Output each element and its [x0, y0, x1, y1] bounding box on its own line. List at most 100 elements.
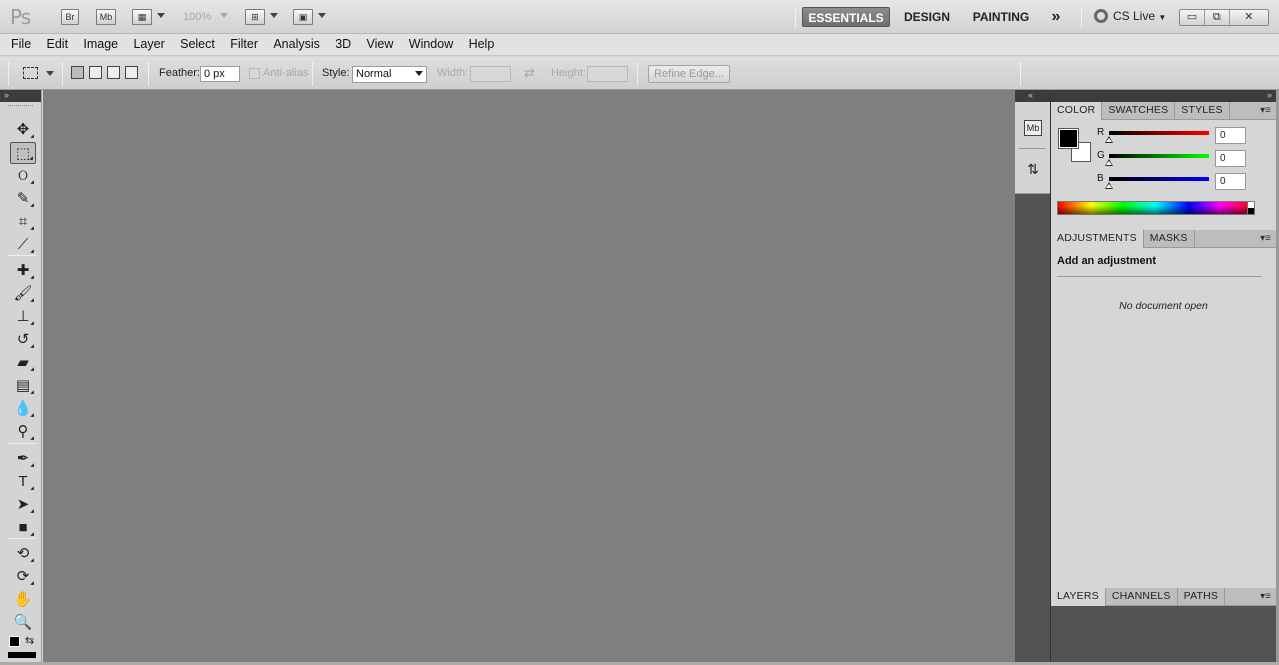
cs-live-menu[interactable]: CS Live ▼	[1094, 9, 1166, 23]
tab-color[interactable]: COLOR	[1051, 102, 1103, 120]
dodge-tool[interactable]: ⚲	[10, 421, 36, 443]
tab-channels[interactable]: CHANNELS	[1106, 588, 1178, 606]
tools-collapse-icon[interactable]: »	[0, 90, 41, 102]
document-canvas-area[interactable]	[43, 90, 1015, 662]
menu-layer[interactable]: Layer	[127, 34, 170, 55]
menu-image[interactable]: Image	[77, 34, 124, 55]
path-selection-tool[interactable]: ➤	[10, 494, 36, 516]
rectangle-shape-tool[interactable]: ■	[10, 517, 36, 539]
tab-masks[interactable]: MASKS	[1144, 230, 1195, 248]
restore-button[interactable]: ⧉	[1205, 10, 1230, 25]
minimize-button[interactable]: ▭	[1180, 10, 1205, 25]
3d-orbit-tool[interactable]: ⟳	[10, 566, 36, 588]
gradient-tool[interactable]: ▤	[10, 375, 36, 397]
type-tool[interactable]: T	[10, 471, 36, 493]
blue-channel-slider[interactable]	[1109, 177, 1209, 181]
eraser-tool[interactable]: ▰	[10, 352, 36, 374]
swap-width-height-icon[interactable]: ⇄	[524, 65, 535, 81]
dock-collapse-icon[interactable]: «	[1015, 90, 1050, 102]
menu-help[interactable]: Help	[463, 34, 501, 55]
blue-channel-value[interactable]: 0	[1215, 173, 1246, 190]
history-brush-tool[interactable]: ↺	[10, 329, 36, 351]
color-panel-menu-icon[interactable]: ▾≡	[1260, 105, 1271, 116]
adjustments-panel-menu-icon[interactable]: ▾≡	[1260, 233, 1271, 244]
menu-window[interactable]: Window	[403, 34, 459, 55]
blur-tool[interactable]: 💧	[10, 398, 36, 420]
launch-minibridge-button[interactable]: Mb	[96, 9, 116, 25]
crop-tool[interactable]: ⌗	[10, 211, 36, 233]
cs-live-dropdown-icon: ▼	[1158, 13, 1167, 22]
width-input[interactable]	[470, 66, 511, 82]
menu-select[interactable]: Select	[174, 34, 221, 55]
history-panel-icon[interactable]: ⇅	[1024, 162, 1042, 178]
zoom-dropdown-icon[interactable]	[220, 13, 228, 18]
foreground-color-swatch[interactable]	[1058, 128, 1079, 149]
add-to-selection-icon[interactable]	[89, 66, 102, 79]
tab-paths[interactable]: PATHS	[1178, 588, 1226, 606]
tool-preset-dropdown-icon[interactable]	[46, 71, 54, 76]
tab-styles[interactable]: STYLES	[1175, 102, 1230, 120]
rectangular-marquee-tool[interactable]: ⬚	[10, 142, 36, 164]
workspace-design[interactable]: DESIGN	[897, 7, 957, 27]
minibridge-panel-icon[interactable]: Mb	[1024, 120, 1042, 136]
menu-file[interactable]: File	[5, 34, 37, 55]
quick-selection-tool[interactable]: ✎	[10, 188, 36, 210]
arrange-documents-dropdown-icon[interactable]	[270, 13, 278, 18]
screen-mode-dropdown-icon[interactable]	[318, 13, 326, 18]
green-slider-thumb[interactable]	[1105, 159, 1113, 166]
eyedropper-tool[interactable]: ⟋	[10, 234, 36, 256]
swap-colors-icon[interactable]: ⇆	[25, 634, 34, 647]
zoom-level[interactable]: 100%	[183, 11, 211, 23]
refine-edge-button[interactable]: Refine Edge...	[648, 65, 730, 83]
red-channel-label: R	[1097, 127, 1105, 138]
lasso-tool[interactable]: ଠ	[10, 165, 36, 187]
arrange-documents-button[interactable]: ⊞	[245, 9, 265, 25]
view-extras-dropdown-icon[interactable]	[157, 13, 165, 18]
tab-adjustments[interactable]: ADJUSTMENTS	[1051, 230, 1144, 248]
brush-tool[interactable]: 🖌	[10, 283, 36, 305]
view-extras-button[interactable]: ▦	[132, 9, 152, 25]
no-document-message: No document open	[1119, 300, 1208, 312]
launch-bridge-button[interactable]: Br	[61, 9, 79, 25]
quick-mask-icon[interactable]	[8, 652, 36, 658]
move-icon: ✥	[16, 121, 30, 138]
red-slider-thumb[interactable]	[1105, 136, 1113, 143]
menu-view[interactable]: View	[361, 34, 400, 55]
workspace-painting[interactable]: PAINTING	[966, 7, 1036, 27]
zoom-tool[interactable]: 🔍	[10, 612, 36, 634]
black-white-swatch[interactable]	[1247, 201, 1255, 215]
subtract-from-selection-icon[interactable]	[107, 66, 120, 79]
new-selection-icon[interactable]	[71, 66, 84, 79]
menu-filter[interactable]: Filter	[224, 34, 264, 55]
tab-swatches[interactable]: SWATCHES	[1102, 102, 1176, 120]
color-spectrum-bar[interactable]	[1057, 201, 1254, 215]
green-channel-slider[interactable]	[1109, 154, 1209, 158]
spot-healing-tool[interactable]: ✚	[10, 260, 36, 282]
close-button[interactable]: ✕	[1230, 10, 1268, 25]
workspace-essentials[interactable]: ESSENTIALS	[802, 7, 890, 27]
tab-layers[interactable]: LAYERS	[1051, 588, 1106, 606]
move-tool[interactable]: ✥	[10, 119, 36, 141]
antialias-checkbox[interactable]	[249, 68, 260, 79]
menu-3d[interactable]: 3D	[329, 34, 357, 55]
default-colors-icon[interactable]	[9, 636, 20, 647]
red-channel-slider[interactable]	[1109, 131, 1209, 135]
screen-mode-button[interactable]: ▣	[293, 9, 313, 25]
pen-tool[interactable]: ✒	[10, 448, 36, 470]
height-input[interactable]	[587, 66, 628, 82]
clone-stamp-tool[interactable]: ⊥	[10, 306, 36, 328]
style-select[interactable]: Normal	[352, 66, 427, 83]
menu-edit[interactable]: Edit	[41, 34, 75, 55]
intersect-selection-icon[interactable]	[125, 66, 138, 79]
menu-analysis[interactable]: Analysis	[267, 34, 326, 55]
more-workspaces-icon[interactable]: »	[1044, 7, 1068, 27]
green-channel-value[interactable]: 0	[1215, 150, 1246, 167]
panels-expand-icon[interactable]: »	[1051, 90, 1276, 102]
red-channel-value[interactable]: 0	[1215, 127, 1246, 144]
hand-tool[interactable]: ✋	[10, 589, 36, 611]
tool-preset-marquee-icon[interactable]	[23, 67, 38, 79]
feather-input[interactable]: 0 px	[200, 66, 240, 82]
layers-panel-menu-icon[interactable]: ▾≡	[1260, 591, 1271, 602]
3d-rotate-tool[interactable]: ⟲	[10, 543, 36, 565]
blue-slider-thumb[interactable]	[1105, 182, 1113, 189]
